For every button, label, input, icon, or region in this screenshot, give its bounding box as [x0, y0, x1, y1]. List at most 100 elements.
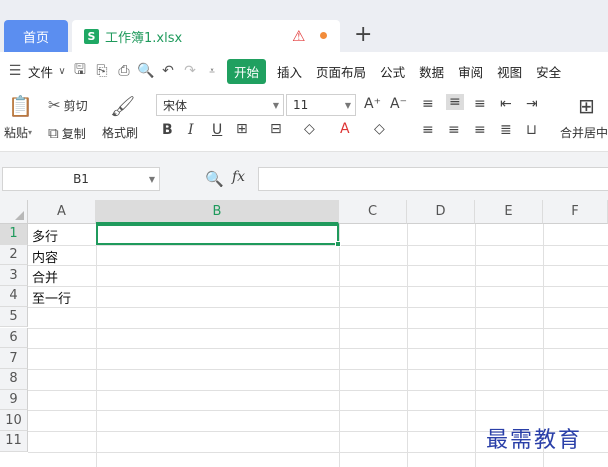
align-bottom-icon[interactable]: ≡	[474, 96, 486, 112]
row-header-8[interactable]: 8	[0, 368, 28, 390]
cell-style-icon[interactable]: ⊟	[270, 121, 282, 137]
row-header-4[interactable]: 4	[0, 286, 28, 307]
chevron-down-icon: ▼	[272, 100, 279, 110]
cell-a3[interactable]: 合并	[32, 267, 58, 286]
bold-icon[interactable]: B	[162, 122, 173, 138]
distribute-icon[interactable]: ⊔	[526, 122, 537, 138]
function-icon[interactable]: fx	[232, 169, 245, 185]
cell-a1[interactable]: 多行	[32, 226, 58, 245]
scissors-icon: ✂	[48, 96, 61, 114]
tab-workbook[interactable]: S 工作簿1.xlsx ⚠	[72, 20, 340, 52]
align-middle-icon[interactable]: ≡	[446, 94, 464, 110]
zoom-icon[interactable]: 🔍	[205, 170, 224, 188]
print-preview-icon[interactable]: 🔍	[135, 60, 157, 82]
tab-home[interactable]: 首页	[4, 20, 68, 52]
warning-icon[interactable]: ⚠	[292, 27, 305, 45]
align-right-icon[interactable]: ≡	[474, 122, 486, 138]
column-header-f[interactable]: F	[543, 200, 608, 224]
increase-font-icon[interactable]: A⁺	[364, 96, 381, 112]
watermark-text: 最需教育	[486, 428, 583, 453]
grid-line	[28, 286, 608, 288]
column-header-d[interactable]: D	[407, 200, 475, 224]
active-cell-b1[interactable]	[96, 224, 341, 247]
font-size-value: 11	[293, 98, 309, 112]
merge-center-label: 合并居中	[560, 126, 608, 140]
column-header-c[interactable]: C	[339, 200, 407, 224]
name-box-value: B1	[73, 172, 89, 186]
chevron-down-icon: ▼	[344, 100, 351, 110]
menu-start[interactable]: 开始	[227, 58, 267, 84]
column-header-a[interactable]: A	[28, 200, 96, 224]
merge-cells-icon[interactable]: ⊞	[578, 94, 595, 118]
format-painter-icon-wrap[interactable]: 🖌	[110, 94, 135, 118]
menu-view[interactable]: 视图	[490, 62, 529, 81]
copy-icon: ⧉	[48, 124, 59, 142]
menu-review[interactable]: 审阅	[451, 62, 490, 81]
copy-button[interactable]: ⧉ 复制	[48, 124, 86, 142]
row-header-1[interactable]: 1	[0, 224, 28, 245]
undo-icon[interactable]: ↶	[157, 60, 179, 82]
font-size-select[interactable]: 11 ▼	[286, 94, 356, 116]
column-header-e[interactable]: E	[475, 200, 543, 224]
increase-indent-icon[interactable]: ⇥	[526, 96, 538, 112]
fill-handle[interactable]	[335, 241, 341, 247]
row-header-2[interactable]: 2	[0, 244, 28, 266]
paste-label-button[interactable]: 粘贴 ▾	[4, 124, 32, 141]
export-icon[interactable]: ⎘	[91, 60, 113, 82]
decrease-indent-icon[interactable]: ⇤	[500, 96, 512, 112]
fill-color-icon[interactable]: ◇	[304, 121, 315, 137]
align-left-icon[interactable]: ≡	[422, 122, 434, 138]
cell-a4[interactable]: 至一行	[32, 288, 71, 307]
menu-data[interactable]: 数据	[412, 62, 451, 81]
column-header-b[interactable]: B	[96, 200, 339, 224]
tab-bar: 首页 S 工作簿1.xlsx ⚠ +	[0, 0, 608, 52]
formula-input[interactable]	[258, 167, 608, 191]
save-icon[interactable]: 🖫	[69, 60, 91, 82]
cut-label: 剪切	[63, 98, 88, 113]
grid-line	[28, 306, 608, 308]
cut-button[interactable]: ✂ 剪切	[48, 96, 88, 114]
menu-insert[interactable]: 插入	[270, 62, 309, 81]
align-center-icon[interactable]: ≡	[448, 122, 460, 138]
row-header-3[interactable]: 3	[0, 265, 28, 287]
paste-icon: 📋	[8, 94, 33, 118]
italic-icon[interactable]: I	[188, 122, 194, 138]
ribbon-home: 📋 粘贴 ▾ ✂ 剪切 ⧉ 复制 🖌 格式刷 宋体 ▼ 11 ▼ A⁺ A⁻ B…	[0, 90, 608, 152]
menu-security[interactable]: 安全	[529, 62, 568, 81]
row-header-10[interactable]: 10	[0, 410, 28, 431]
paste-label: 粘贴	[4, 126, 29, 140]
name-box[interactable]: B1 ▼	[2, 167, 160, 191]
row-header-7[interactable]: 7	[0, 348, 28, 369]
decrease-font-icon[interactable]: A⁻	[390, 96, 407, 112]
menu-page-layout[interactable]: 页面布局	[309, 62, 373, 81]
format-painter-button[interactable]: 格式刷	[102, 124, 138, 141]
row-header-9[interactable]: 9	[0, 389, 28, 411]
menu-formulas[interactable]: 公式	[373, 62, 412, 81]
chevron-down-icon[interactable]: ∨	[55, 60, 69, 82]
font-name-select[interactable]: 宋体 ▼	[156, 94, 284, 116]
select-all-corner[interactable]	[0, 200, 28, 224]
underline-icon[interactable]: U	[212, 122, 222, 138]
border-icon[interactable]: ⊞	[236, 121, 248, 137]
cell-a2[interactable]: 内容	[32, 247, 58, 266]
print-icon[interactable]: ⎙	[113, 60, 135, 82]
grid-line	[28, 265, 608, 267]
customize-toolbar-icon[interactable]: ⩡	[201, 60, 223, 82]
row-header-11[interactable]: 11	[0, 431, 28, 452]
align-top-icon[interactable]: ≡	[422, 96, 434, 112]
spreadsheet-icon: S	[84, 28, 99, 44]
merge-center-button[interactable]: 合并居中	[560, 124, 608, 141]
justify-icon[interactable]: ≣	[500, 122, 512, 138]
row-header-5[interactable]: 5	[0, 306, 28, 328]
format-painter-label: 格式刷	[102, 126, 139, 140]
row-header-6[interactable]: 6	[0, 327, 28, 349]
new-tab-button[interactable]: +	[354, 22, 372, 47]
menu-file[interactable]: 文件	[26, 62, 55, 81]
font-color-icon[interactable]: A	[340, 121, 350, 137]
clear-format-icon[interactable]: ◇	[374, 121, 385, 137]
redo-icon[interactable]: ↷	[179, 60, 201, 82]
hamburger-icon[interactable]: ☰	[4, 60, 26, 82]
formula-bar: B1 ▼ 🔍 fx	[0, 152, 608, 200]
paste-button[interactable]: 📋	[8, 94, 33, 118]
unsaved-dot-icon	[320, 32, 327, 39]
